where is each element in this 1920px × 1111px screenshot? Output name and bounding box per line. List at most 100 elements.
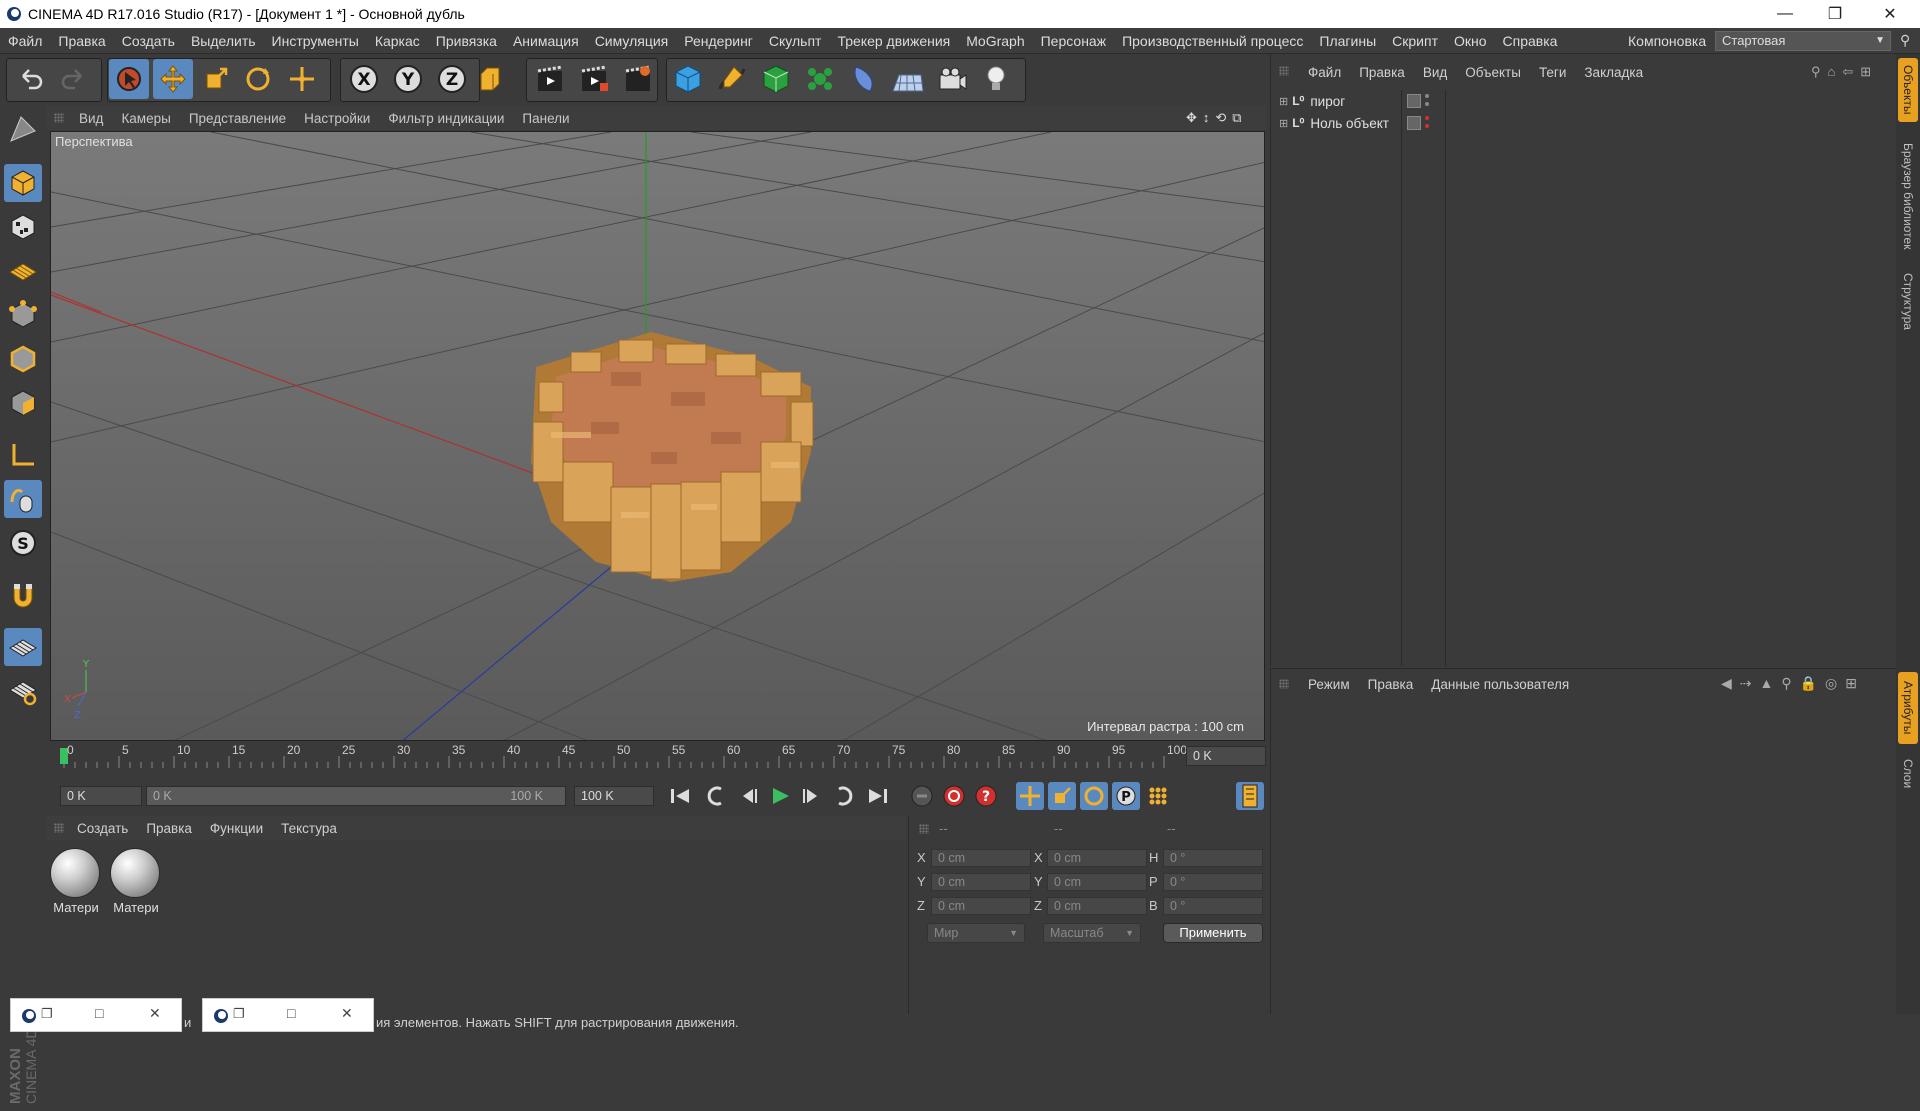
attribute-manager-toolbar-icons[interactable]: ◀⇢▲⚲🔒◎⊞ xyxy=(1721,675,1865,692)
play-icon[interactable] xyxy=(766,782,794,810)
autokey-icon[interactable] xyxy=(940,782,968,810)
start-frame-field[interactable]: 0 K xyxy=(60,786,142,806)
workplane-mode-icon[interactable] xyxy=(4,252,42,290)
position-z-field[interactable]: 0 cm xyxy=(931,897,1031,915)
menu-motion-tracker[interactable]: Трекер движения xyxy=(829,33,958,49)
apply-button[interactable]: Применить xyxy=(1163,923,1263,943)
edges-mode-icon[interactable] xyxy=(4,340,42,378)
object-row[interactable]: ⊞ L⁰ пирог xyxy=(1279,90,1345,112)
go-to-end-icon[interactable] xyxy=(864,782,892,810)
size-x-field[interactable]: 0 cm xyxy=(1047,849,1147,867)
viewport-menu-cameras[interactable]: Камеры xyxy=(112,111,179,126)
editor-dot-icon[interactable] xyxy=(1425,116,1429,120)
expand-icon[interactable]: ⊞ xyxy=(1279,95,1288,108)
end-frame-field[interactable]: 100 K xyxy=(574,786,654,806)
tab-objects[interactable]: Объекты xyxy=(1898,58,1918,122)
x-axis-lock-icon[interactable]: X xyxy=(344,59,384,99)
material-swatch[interactable]: Матери xyxy=(110,848,162,918)
key-pla-icon[interactable] xyxy=(1144,782,1172,810)
menu-plugins[interactable]: Плагины xyxy=(1311,33,1384,49)
visibility-check-icon[interactable] xyxy=(1407,116,1421,130)
perspective-viewport[interactable]: Y X Z Перспектива Интервал растра : 100 … xyxy=(50,131,1265,741)
tab-layers[interactable]: Слои xyxy=(1898,754,1918,794)
object-row[interactable]: ⊞ L⁰ Ноль объект xyxy=(1279,112,1389,134)
timeline-window-icon[interactable] xyxy=(1236,782,1264,810)
move-icon[interactable] xyxy=(153,59,193,99)
next-frame-icon[interactable] xyxy=(798,782,826,810)
rotation-p-field[interactable]: 0 ° xyxy=(1163,873,1263,891)
position-x-field[interactable]: 0 cm xyxy=(931,849,1031,867)
timeline-ruler[interactable]: 0 5 10 15 20 25 30 35 40 45 50 55 60 65 70 75 80 85 90 95 10… xyxy=(46,742,1266,770)
go-to-start-icon[interactable] xyxy=(666,782,694,810)
editor-dot-icon[interactable] xyxy=(1425,94,1429,98)
viewport-menu-view[interactable]: Вид xyxy=(70,111,112,126)
tweak-mode-icon[interactable] xyxy=(4,480,42,518)
size-y-field[interactable]: 0 cm xyxy=(1047,873,1147,891)
z-axis-lock-icon[interactable]: Z xyxy=(432,59,472,99)
deformer-icon[interactable] xyxy=(844,59,884,99)
position-y-field[interactable]: 0 cm xyxy=(931,873,1031,891)
menu-mesh[interactable]: Каркас xyxy=(367,33,428,49)
render-dot-icon[interactable] xyxy=(1425,102,1429,106)
object-manager-toolbar-icons[interactable]: ⚲⌂⇦⊞ xyxy=(1811,64,1878,80)
workplane-snap-icon[interactable] xyxy=(4,628,42,666)
minimized-window[interactable]: ❐ □ ✕ xyxy=(10,998,182,1032)
object-menu-edit[interactable]: Правка xyxy=(1350,65,1414,80)
object-menu-objects[interactable]: Объекты xyxy=(1456,65,1530,80)
axis-mode-icon[interactable] xyxy=(4,436,42,474)
attribute-menu-mode[interactable]: Режим xyxy=(1299,677,1359,692)
search-icon[interactable]: ⚲ xyxy=(1900,32,1910,49)
cloner-icon[interactable] xyxy=(800,59,840,99)
coordinate-system-icon[interactable] xyxy=(470,59,510,99)
restore-button[interactable]: ❐ xyxy=(1810,0,1860,28)
attribute-menu-userdata[interactable]: Данные пользователя xyxy=(1422,677,1578,692)
menu-tools[interactable]: Инструменты xyxy=(264,33,367,49)
menu-snap[interactable]: Привязка xyxy=(428,33,505,49)
size-mode-select[interactable]: Масштаб ▼ xyxy=(1043,923,1141,943)
viewport-menu-panel[interactable]: Панели xyxy=(513,111,578,126)
close-button[interactable]: ✕ xyxy=(1865,0,1915,28)
solo-mode-icon[interactable]: S xyxy=(4,524,42,562)
transform-icon[interactable] xyxy=(282,59,322,99)
previous-key-icon[interactable] xyxy=(702,782,730,810)
key-parameter-icon[interactable]: P xyxy=(1112,782,1140,810)
menu-character[interactable]: Персонаж xyxy=(1033,33,1114,49)
minimized-window[interactable]: ❐ □ ✕ xyxy=(202,998,374,1032)
y-axis-lock-icon[interactable]: Y xyxy=(388,59,428,99)
record-keys-icon[interactable] xyxy=(908,782,936,810)
menu-select[interactable]: Выделить xyxy=(183,33,264,49)
light-icon[interactable] xyxy=(976,59,1016,99)
layout-select[interactable]: Стартовая ▼ xyxy=(1715,31,1891,51)
close-icon[interactable]: ✕ xyxy=(149,1005,161,1022)
menu-render[interactable]: Рендеринг xyxy=(676,33,761,49)
panel-grip-icon[interactable] xyxy=(1279,66,1289,76)
material-menu-create[interactable]: Создать xyxy=(68,821,137,836)
pen-spline-icon[interactable] xyxy=(712,59,752,99)
panel-grip-icon[interactable] xyxy=(1279,679,1289,689)
panel-grip-icon[interactable] xyxy=(54,823,64,833)
attribute-menu-edit[interactable]: Правка xyxy=(1359,677,1423,692)
redo-icon[interactable] xyxy=(54,59,94,99)
make-editable-icon[interactable] xyxy=(4,110,42,148)
render-dot-icon[interactable] xyxy=(1425,124,1429,128)
restore-icon[interactable]: ❐ xyxy=(233,1006,245,1022)
maximize-icon[interactable]: □ xyxy=(95,1005,103,1021)
menu-script[interactable]: Скрипт xyxy=(1384,33,1446,49)
menu-mograph[interactable]: MoGraph xyxy=(958,33,1032,49)
keyframe-selection-icon[interactable]: ? xyxy=(972,782,1000,810)
panel-grip-icon[interactable] xyxy=(54,113,64,123)
viewport-menu-options[interactable]: Настройки xyxy=(295,111,379,126)
polygons-mode-icon[interactable] xyxy=(4,384,42,422)
menu-help[interactable]: Справка xyxy=(1495,33,1566,49)
cube-icon[interactable] xyxy=(668,59,708,99)
quantize-icon[interactable] xyxy=(4,672,42,710)
texture-mode-icon[interactable] xyxy=(4,208,42,246)
expand-icon[interactable]: ⊞ xyxy=(1279,117,1288,130)
tab-structure[interactable]: Структура xyxy=(1898,266,1918,336)
current-frame-field[interactable]: 0 K xyxy=(1186,746,1266,766)
key-scale-icon[interactable] xyxy=(1048,782,1076,810)
panel-grip-icon[interactable] xyxy=(919,824,929,834)
snap-magnet-icon[interactable] xyxy=(4,576,42,614)
minimize-button[interactable]: — xyxy=(1760,0,1810,28)
rotation-h-field[interactable]: 0 ° xyxy=(1163,849,1263,867)
